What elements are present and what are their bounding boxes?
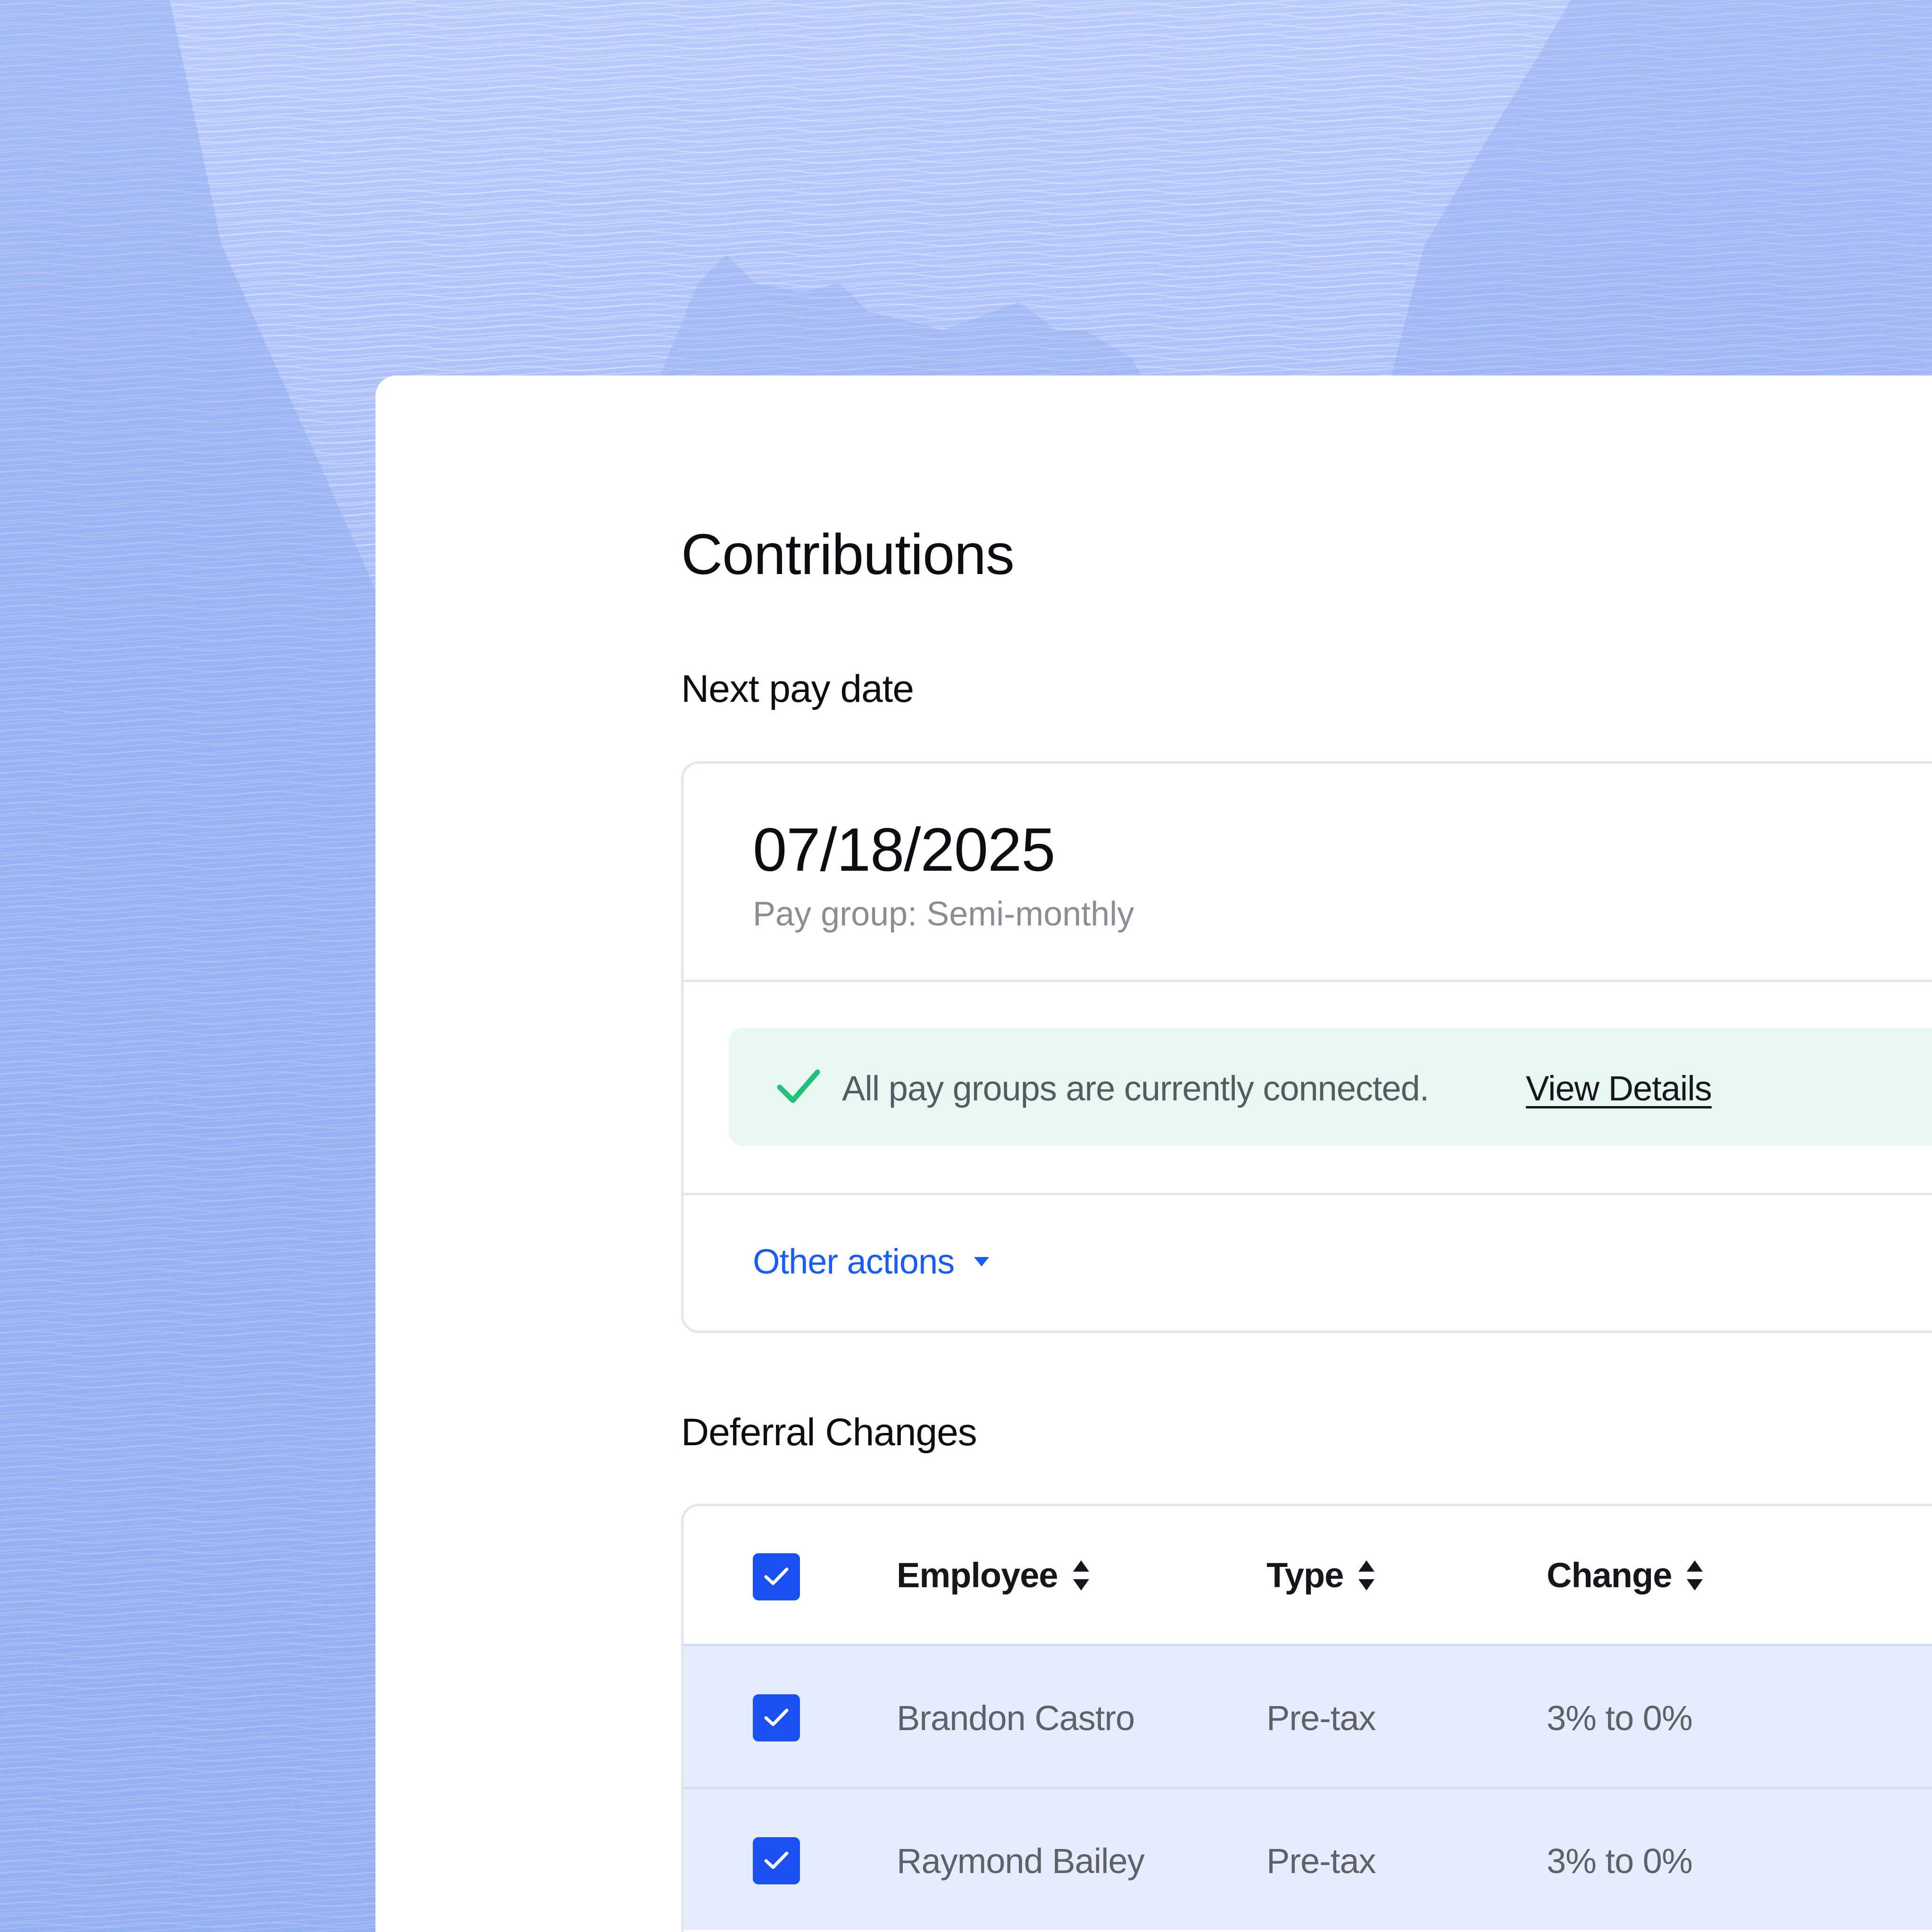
deferral-changes-heading: Deferral Changes xyxy=(681,1411,977,1454)
divider xyxy=(683,980,1932,982)
employee-name: Brandon Castro xyxy=(897,1699,1135,1738)
caret-down-icon xyxy=(974,1257,990,1266)
divider xyxy=(683,1193,1932,1195)
contribution-type: Pre-tax xyxy=(1266,1699,1376,1738)
table-row[interactable]: Brandon Castro Pre-tax 3% to 0% xyxy=(683,1644,1932,1787)
other-actions-dropdown[interactable]: Other actions xyxy=(753,1241,990,1282)
column-header-type[interactable]: Type xyxy=(1266,1555,1375,1595)
pay-date-value: 07/18/2025 xyxy=(753,815,1056,884)
sort-icon xyxy=(1358,1560,1375,1591)
checkmark-icon xyxy=(764,1708,789,1726)
checkmark-icon xyxy=(764,1851,789,1869)
table-header-row: Employee Type Change xyxy=(683,1506,1932,1644)
next-pay-card: 07/18/2025 Pay group: Semi-monthly All p… xyxy=(681,761,1932,1333)
deferral-change: 3% to 0% xyxy=(1547,1841,1693,1881)
page-title: Contributions xyxy=(681,522,1015,586)
column-header-label: Change xyxy=(1547,1556,1672,1595)
checkmark-icon xyxy=(764,1567,789,1585)
other-actions-label: Other actions xyxy=(753,1242,955,1281)
select-all-checkbox[interactable] xyxy=(753,1553,800,1600)
deferral-changes-table: Employee Type Change Brandon Castro Pre-… xyxy=(681,1504,1932,1932)
next-pay-date-heading: Next pay date xyxy=(681,667,914,710)
sort-icon xyxy=(1687,1560,1703,1591)
check-icon xyxy=(777,1069,820,1103)
sort-icon xyxy=(1073,1560,1089,1591)
app-window: Contributions Next pay date 07/18/2025 P… xyxy=(0,0,1932,1932)
view-details-link[interactable]: View Details xyxy=(1526,1068,1712,1108)
column-header-employee[interactable]: Employee xyxy=(897,1555,1089,1595)
status-message: All pay groups are currently connected. xyxy=(842,1069,1429,1108)
table-row[interactable]: Raymond Bailey Pre-tax 3% to 0% xyxy=(683,1787,1932,1930)
connection-status-banner: All pay groups are currently connected. … xyxy=(729,1028,1932,1146)
contribution-type: Pre-tax xyxy=(1266,1841,1376,1881)
column-header-change[interactable]: Change xyxy=(1547,1555,1703,1595)
deferral-change: 3% to 0% xyxy=(1547,1699,1693,1738)
row-checkbox[interactable] xyxy=(753,1694,800,1741)
column-header-label: Type xyxy=(1266,1556,1344,1595)
pay-group-label: Pay group: Semi-monthly xyxy=(753,895,1134,933)
row-checkbox[interactable] xyxy=(753,1837,800,1884)
column-header-label: Employee xyxy=(897,1556,1058,1595)
employee-name: Raymond Bailey xyxy=(897,1841,1145,1881)
